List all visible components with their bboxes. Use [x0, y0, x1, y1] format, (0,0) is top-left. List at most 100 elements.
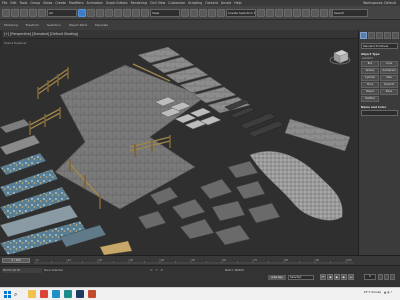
snap-toggle-icon[interactable]: [190, 8, 198, 17]
motion-tab-icon[interactable]: [384, 32, 391, 39]
windows-start-icon[interactable]: [4, 291, 11, 298]
network-icon[interactable]: ▲ ◍ ♪: [384, 290, 392, 294]
geosphere-button[interactable]: GeoSphere: [380, 68, 398, 74]
autogrid-checkbox[interactable]: AutoGrid: [362, 57, 397, 60]
box-button[interactable]: Box: [361, 61, 379, 67]
bind-space-warp-icon[interactable]: [38, 8, 46, 17]
timeline-tick-label: 0: [37, 259, 39, 262]
timeline-tick-label: 30: [130, 259, 134, 262]
maxscript-listener[interactable]: MAXScript Mi: [2, 268, 42, 273]
weather-widget[interactable]: 23°C Smoke: [364, 290, 381, 294]
photoshop-icon[interactable]: [76, 290, 84, 298]
redo-icon[interactable]: [11, 8, 19, 17]
ribbon-tab-object-paint[interactable]: Object Paint: [69, 23, 87, 27]
primitive-category-dropdown[interactable]: Standard Primitives: [361, 43, 398, 49]
x-coordinate[interactable]: X:: [150, 269, 153, 272]
pivot-center-icon[interactable]: [181, 8, 189, 17]
current-frame-field[interactable]: 0: [364, 274, 376, 280]
go-to-end-icon[interactable]: ⏭: [348, 274, 354, 280]
name-and-color-rollout[interactable]: Name and Color: [361, 105, 398, 109]
named-selection-dropdown[interactable]: Create Selection Se: [226, 8, 256, 17]
object-name-field[interactable]: [361, 110, 398, 116]
previous-frame-icon[interactable]: ◀: [327, 274, 333, 280]
timeline-ruler[interactable]: 0 10 20 30 40 50 60 70 80 90 100: [34, 258, 354, 264]
curve-editor-icon[interactable]: [284, 8, 292, 17]
schematic-view-icon[interactable]: [293, 8, 301, 17]
y-coordinate[interactable]: Y:: [156, 269, 158, 272]
viewport-scene: [0, 47, 351, 255]
search-input[interactable]: Search: [332, 9, 368, 17]
ribbon-tab-freeform[interactable]: Freeform: [26, 23, 39, 27]
create-tab-icon[interactable]: [360, 32, 367, 39]
hierarchy-tab-icon[interactable]: [376, 32, 383, 39]
z-coordinate[interactable]: Z:: [161, 269, 164, 272]
align-icon[interactable]: [266, 8, 274, 17]
torus-button[interactable]: Torus: [361, 82, 379, 88]
textplus-button[interactable]: TextPlus: [361, 96, 379, 102]
3dsmax-window: File Edit Tools Group Views Create Modif…: [0, 0, 400, 300]
ribbon: Modeling Freeform Selection Object Paint…: [0, 20, 400, 30]
pyramid-button[interactable]: Pyramid: [380, 82, 398, 88]
timeline-tick-label: 20: [99, 259, 103, 262]
zoom-icon[interactable]: [378, 274, 383, 280]
placement-icon[interactable]: [141, 8, 149, 17]
command-panel: Standard Primitives Object Type AutoGrid…: [358, 30, 400, 255]
cylinder-button[interactable]: Cylinder: [361, 75, 379, 81]
rectangular-selection-icon[interactable]: [96, 8, 104, 17]
go-to-start-icon[interactable]: ⏮: [320, 274, 326, 280]
undo-icon[interactable]: [2, 8, 10, 17]
dark-planks: [224, 98, 285, 138]
ribbon-tab-populate[interactable]: Populate: [95, 23, 108, 27]
viewport-label[interactable]: [+] [Perspective] [Standard] [Default Sh…: [2, 30, 358, 39]
transform-coords: X: Y: Z:: [150, 269, 163, 272]
selection-status: None Selected: [44, 269, 63, 272]
next-frame-icon[interactable]: ▶: [341, 274, 347, 280]
unlink-icon[interactable]: [29, 8, 37, 17]
edge-icon[interactable]: [52, 290, 60, 298]
key-filter-dropdown[interactable]: Selected: [288, 275, 314, 280]
sphere-button[interactable]: Sphere: [361, 68, 379, 74]
layer-explorer-icon[interactable]: [275, 8, 283, 17]
angle-snap-icon[interactable]: [199, 8, 207, 17]
move-icon[interactable]: [114, 8, 122, 17]
auto-key-button[interactable]: Auto Key: [268, 275, 286, 280]
tube-button[interactable]: Tube: [380, 75, 398, 81]
orbit-icon[interactable]: [384, 274, 389, 280]
taskbar-search-icon[interactable]: ⌕: [14, 291, 22, 298]
3dsmax-icon[interactable]: [64, 290, 72, 298]
clock[interactable]: [395, 290, 396, 293]
mirror-icon[interactable]: [257, 8, 265, 17]
chrome-icon[interactable]: [40, 290, 48, 298]
selection-filter-dropdown[interactable]: All: [47, 8, 77, 17]
link-icon[interactable]: [20, 8, 28, 17]
cone-button[interactable]: Cone: [380, 61, 398, 67]
display-tab-icon[interactable]: [392, 32, 399, 39]
reference-coordinate-dropdown[interactable]: View: [150, 8, 180, 17]
percent-snap-icon[interactable]: [208, 8, 216, 17]
time-slider[interactable]: 0 / 100: [2, 258, 30, 263]
status-bar: MAXScript Mi None Selected X: Y: Z: Grid…: [0, 265, 400, 287]
teapot-button[interactable]: Teapot: [361, 89, 379, 95]
scene-explorer-tab[interactable]: Scene Explorer: [2, 39, 358, 47]
rendered-frame-window-icon[interactable]: [320, 8, 328, 17]
spinner-snap-icon[interactable]: [217, 8, 225, 17]
scale-icon[interactable]: [132, 8, 140, 17]
rotate-icon[interactable]: [123, 8, 131, 17]
file-explorer-icon[interactable]: [28, 290, 36, 298]
material-editor-icon[interactable]: [302, 8, 310, 17]
ribbon-tab-selection[interactable]: Selection: [47, 23, 61, 27]
modify-tab-icon[interactable]: [368, 32, 375, 39]
timeline-tick-label: 90: [316, 259, 320, 262]
ribbon-tab-modeling[interactable]: Modeling: [4, 23, 18, 27]
object-type-rollout[interactable]: Object Type: [361, 52, 398, 56]
select-object-icon[interactable]: [78, 8, 86, 17]
substance-icon[interactable]: [88, 290, 96, 298]
window-crossing-icon[interactable]: [105, 8, 113, 17]
pan-icon[interactable]: [390, 274, 395, 280]
select-by-name-icon[interactable]: [87, 8, 95, 17]
playback-controls: ⏮ ◀ ▶ ▶ ⏭: [320, 274, 354, 280]
perspective-viewport[interactable]: [0, 47, 358, 255]
play-icon[interactable]: ▶: [334, 274, 340, 280]
render-setup-icon[interactable]: [311, 8, 319, 17]
plane-button[interactable]: Plane: [380, 89, 398, 95]
